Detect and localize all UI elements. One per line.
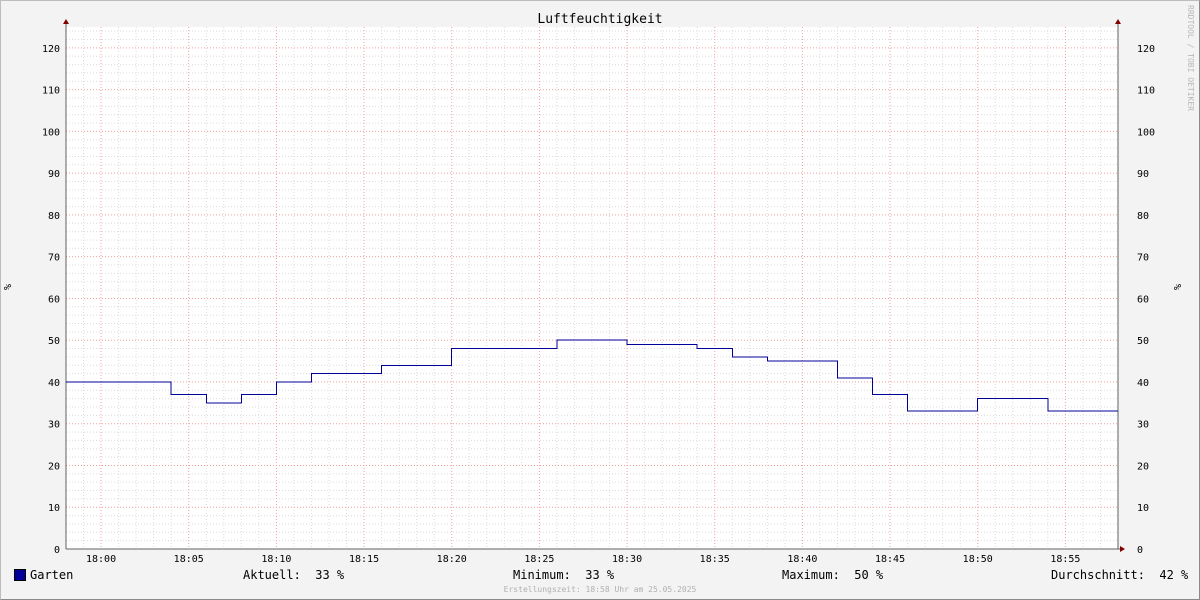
legend-series-name: Garten <box>30 568 74 582</box>
y-tick-label-left: 40 <box>48 378 60 389</box>
y-tick-label-right: 40 <box>1137 378 1149 389</box>
y-axis-label-right: % <box>1173 284 1184 290</box>
y-tick-label-left: 80 <box>48 211 60 222</box>
legend-maximum: Maximum: 50 % <box>782 568 883 582</box>
x-tick-label: 18:30 <box>612 554 642 565</box>
x-tick-label: 18:20 <box>437 554 467 565</box>
y-tick-label-right: 10 <box>1137 503 1149 514</box>
y-tick-label-left: 110 <box>42 86 60 97</box>
x-tick-label: 18:45 <box>875 554 905 565</box>
legend-max-label: Maximum: <box>782 568 840 582</box>
y-tick-label-left: 20 <box>48 461 60 472</box>
y-tick-label-left: 50 <box>48 336 60 347</box>
legend-max-value: 50 % <box>854 568 884 582</box>
legend: Garten Aktuell: 33 % Minimum: 33 % Maxim… <box>0 568 1200 584</box>
y-tick-label-left: 90 <box>48 169 60 180</box>
y-tick-label-right: 110 <box>1137 86 1155 97</box>
y-tick-label-right: 20 <box>1137 461 1149 472</box>
y-axis-label-left: % <box>3 284 14 290</box>
x-tick-label: 18:05 <box>174 554 204 565</box>
x-tick-label: 18:25 <box>524 554 554 565</box>
legend-avg-label: Durchschnitt: <box>1051 568 1145 582</box>
y-tick-label-right: 80 <box>1137 211 1149 222</box>
legend-min-label: Minimum: <box>513 568 571 582</box>
chart-title: Luftfeuchtigkeit <box>537 12 662 27</box>
footer-timestamp: Erstellungszeit: 18:58 Uhr am 25.05.2025 <box>503 585 697 594</box>
legend-min-value: 33 % <box>585 568 615 582</box>
y-tick-label-right: 70 <box>1137 253 1149 264</box>
y-tick-label-left: 100 <box>42 127 60 138</box>
legend-swatch-garten <box>14 569 26 581</box>
x-tick-label: 18:40 <box>787 554 817 565</box>
x-axis-arrow <box>1120 546 1125 552</box>
x-tick-label: 18:50 <box>963 554 993 565</box>
x-tick-label: 18:10 <box>261 554 291 565</box>
y-tick-label-left: 0 <box>54 545 60 556</box>
y-tick-label-left: 60 <box>48 294 60 305</box>
y-axis-left-arrow <box>63 19 69 24</box>
y-tick-label-left: 70 <box>48 253 60 264</box>
y-tick-label-right: 120 <box>1137 44 1155 55</box>
x-tick-label: 18:35 <box>700 554 730 565</box>
legend-average: Durchschnitt: 42 % <box>1051 568 1188 582</box>
y-tick-label-left: 30 <box>48 420 60 431</box>
legend-current: Aktuell: 33 % <box>243 568 344 582</box>
y-tick-label-left: 120 <box>42 44 60 55</box>
x-tick-label: 18:55 <box>1050 554 1080 565</box>
x-tick-labels: 18:00 18:05 18:10 18:15 18:20 18:25 18:30 18:35… <box>86 554 1080 565</box>
legend-avg-value: 42 % <box>1159 568 1189 582</box>
y-tick-label-right: 50 <box>1137 336 1149 347</box>
legend-minimum: Minimum: 33 % <box>513 568 614 582</box>
y-tick-label-right: 90 <box>1137 169 1149 180</box>
y-axis-right-arrow <box>1115 19 1121 24</box>
x-tick-label: 18:00 <box>86 554 116 565</box>
chart: 0 0 10 10 20 20 30 30 40 40 50 50 60 60 70 70 80 80 90 90 10… <box>3 5 1195 565</box>
y-tick-label-right: 60 <box>1137 294 1149 305</box>
y-tick-label-right: 30 <box>1137 420 1149 431</box>
watermark: RRDTOOL / TOBI OETIKER <box>1186 5 1195 111</box>
y-tick-label-right: 100 <box>1137 127 1155 138</box>
legend-current-value: 33 % <box>315 568 345 582</box>
y-tick-label-left: 10 <box>48 503 60 514</box>
x-tick-label: 18:15 <box>349 554 379 565</box>
y-tick-label-right: 0 <box>1137 545 1143 556</box>
legend-current-label: Aktuell: <box>243 568 301 582</box>
